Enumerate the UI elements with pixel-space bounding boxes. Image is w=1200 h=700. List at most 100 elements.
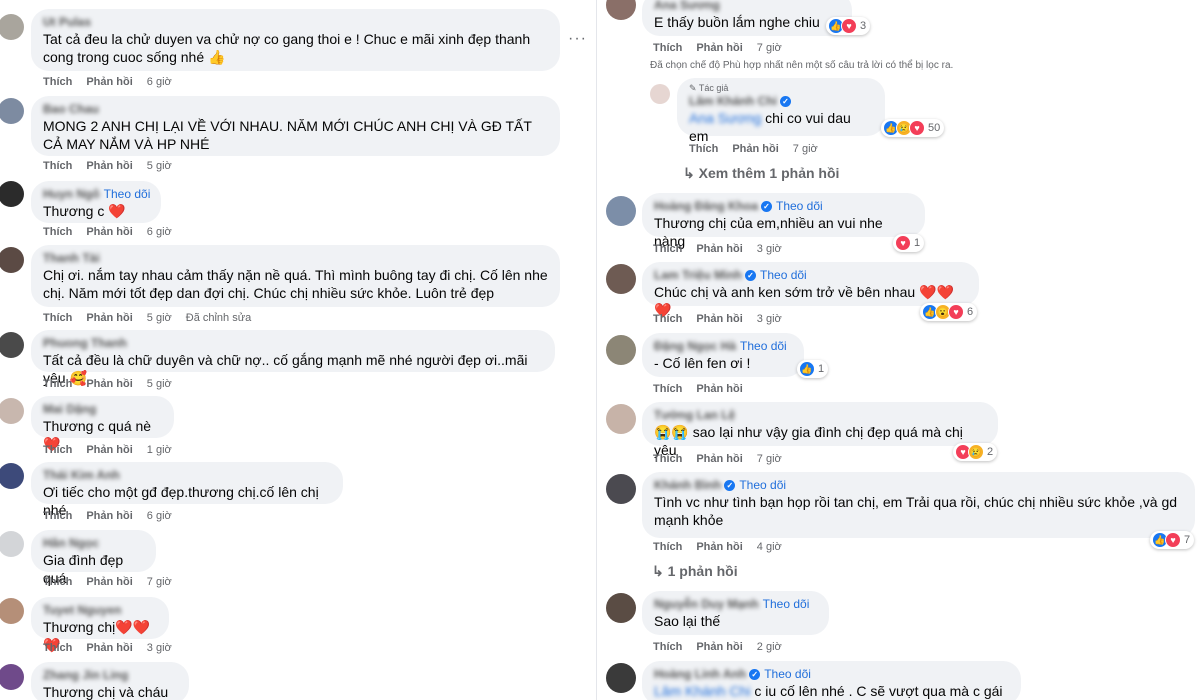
avatar[interactable] [0,181,24,207]
comment-author[interactable]: Lâm Khánh Chi [689,94,777,108]
reply-button[interactable]: Phản hồi [86,76,132,88]
comment-author[interactable]: Tường Lan Lệ [654,408,986,423]
reply-button[interactable]: Phản hồi [696,313,742,325]
comment-bubble: Tuyet Nguyen Thương chị❤️❤️❤️ [31,597,169,653]
reply-button[interactable]: Phản hồi [86,576,132,588]
reply-button[interactable]: Phản hồi [696,641,742,653]
avatar[interactable] [0,14,24,40]
like-button[interactable]: Thích [653,383,682,395]
follow-link[interactable]: Theo dõi [104,187,151,201]
comment-author-row: Khánh Bình ✓ Theo dõi [654,478,1183,493]
reply-button[interactable]: Phản hồi [86,510,132,522]
comment-actions: Thích Phản hồi [653,383,771,395]
avatar[interactable] [606,196,636,226]
reaction-summary[interactable]: 👍 1 [797,360,829,378]
reply-button[interactable]: Phản hồi [86,160,132,172]
comment-time: 2 giờ [756,641,782,653]
like-button[interactable]: Thích [43,642,72,654]
view-more-replies[interactable]: ↳ Xem thêm 1 phản hồi [683,165,839,182]
reply-button[interactable]: Phản hồi [86,642,132,654]
comment-bubble: Phuong Thanh Tất cả đều là chữ duyên và … [31,330,555,386]
comment-author[interactable]: Nguyễn Duy Mạnh [654,597,759,611]
like-button[interactable]: Thích [689,143,718,155]
like-button[interactable]: Thích [43,160,72,172]
avatar[interactable] [0,664,24,690]
comment-author[interactable]: Tuyet Nguyen [43,603,157,618]
reply-button[interactable]: Phản hồi [696,541,742,553]
like-button[interactable]: Thích [653,42,682,54]
avatar[interactable] [606,663,636,693]
comment-author[interactable]: Khánh Bình [654,478,721,492]
like-button[interactable]: Thích [653,453,682,465]
follow-link[interactable]: Theo dõi [764,667,811,681]
comment-author[interactable]: Đặng Ngọc Hà [654,339,736,353]
comment-author[interactable]: Lam Triệu Minh [654,268,742,282]
reply-button[interactable]: Phản hồi [86,312,132,324]
filter-note: Đã chọn chế độ Phù hợp nhất nên một số c… [650,60,954,71]
avatar[interactable] [606,593,636,623]
reply-button[interactable]: Phản hồi [732,143,778,155]
like-button[interactable]: Thích [653,313,682,325]
follow-link[interactable]: Theo dõi [740,339,787,353]
comment-author[interactable]: Bao Chau [43,102,548,117]
reaction-summary[interactable]: ♥ 😢 2 [953,443,998,461]
more-dots-icon[interactable]: ··· [568,30,587,48]
follow-link[interactable]: Theo dõi [739,478,786,492]
mention-link[interactable]: Ana Sương [689,110,761,126]
follow-link[interactable]: Theo dõi [776,199,823,213]
like-button[interactable]: Thích [43,576,72,588]
comment-author[interactable]: Huyn Ngô [43,187,100,201]
reply-button[interactable]: Phản hồi [86,226,132,238]
avatar[interactable] [606,264,636,294]
comment-author[interactable]: Thái Kim Anh [43,468,331,483]
comment-actions: Thích Phản hồi 7 giờ [43,576,186,588]
like-button[interactable]: Thích [43,378,72,390]
like-button[interactable]: Thích [653,243,682,255]
avatar[interactable] [606,474,636,504]
reaction-summary[interactable]: 👍 ♥ 7 [1150,531,1195,549]
like-button[interactable]: Thích [43,312,72,324]
avatar[interactable] [0,598,24,624]
like-button[interactable]: Thích [43,510,72,522]
avatar[interactable] [0,98,24,124]
comment-author[interactable]: Hân Ngọc [43,536,144,551]
reply-button[interactable]: Phản hồi [86,444,132,456]
comment-author[interactable]: Phuong Thanh [43,336,543,351]
comment-author[interactable]: Ut Pulas [43,15,548,30]
avatar[interactable] [606,0,636,20]
reply-button[interactable]: Phản hồi [86,378,132,390]
avatar[interactable] [0,247,24,273]
reply-button[interactable]: Phản hồi [696,42,742,54]
reaction-summary[interactable]: 👍 😢 ♥ 50 [881,119,945,137]
follow-link[interactable]: Theo dõi [760,268,807,282]
like-button[interactable]: Thích [653,541,682,553]
like-button[interactable]: Thích [43,444,72,456]
comment-author[interactable]: Ana Sương [654,0,840,13]
mention-link[interactable]: Lâm Khánh Chi [654,683,751,699]
like-button[interactable]: Thích [653,641,682,653]
avatar[interactable] [0,463,24,489]
avatar[interactable] [650,84,670,104]
avatar[interactable] [0,398,24,424]
comment-author[interactable]: Thanh Tài [43,251,548,266]
reaction-summary[interactable]: 👍 😮 ♥ 6 [920,303,978,321]
reply-button[interactable]: Phản hồi [696,453,742,465]
avatar[interactable] [0,332,24,358]
avatar[interactable] [0,531,24,557]
comment-author[interactable]: Zhang Jin Ling [43,668,177,683]
comment-author[interactable]: Hoàng Linh Anh [654,667,746,681]
comment-author-row: Lâm Khánh Chi ✓ [689,94,873,109]
reaction-summary[interactable]: ♥ 1 [893,234,925,252]
avatar[interactable] [606,404,636,434]
view-replies[interactable]: ↳ 1 phản hồi [652,563,738,580]
avatar[interactable] [606,335,636,365]
left-comment-column: Ut Pulas Tat cả đeu la chử duyen va chử … [0,0,598,700]
reply-button[interactable]: Phản hồi [696,383,742,395]
like-button[interactable]: Thích [43,76,72,88]
reaction-summary[interactable]: 👍 ♥ 3 [826,17,871,35]
comment-author[interactable]: Mai Dặng [43,402,162,417]
follow-link[interactable]: Theo dõi [763,597,810,611]
like-button[interactable]: Thích [43,226,72,238]
comment-author[interactable]: Hoàng Đăng Khoa [654,199,758,213]
reply-button[interactable]: Phản hồi [696,243,742,255]
